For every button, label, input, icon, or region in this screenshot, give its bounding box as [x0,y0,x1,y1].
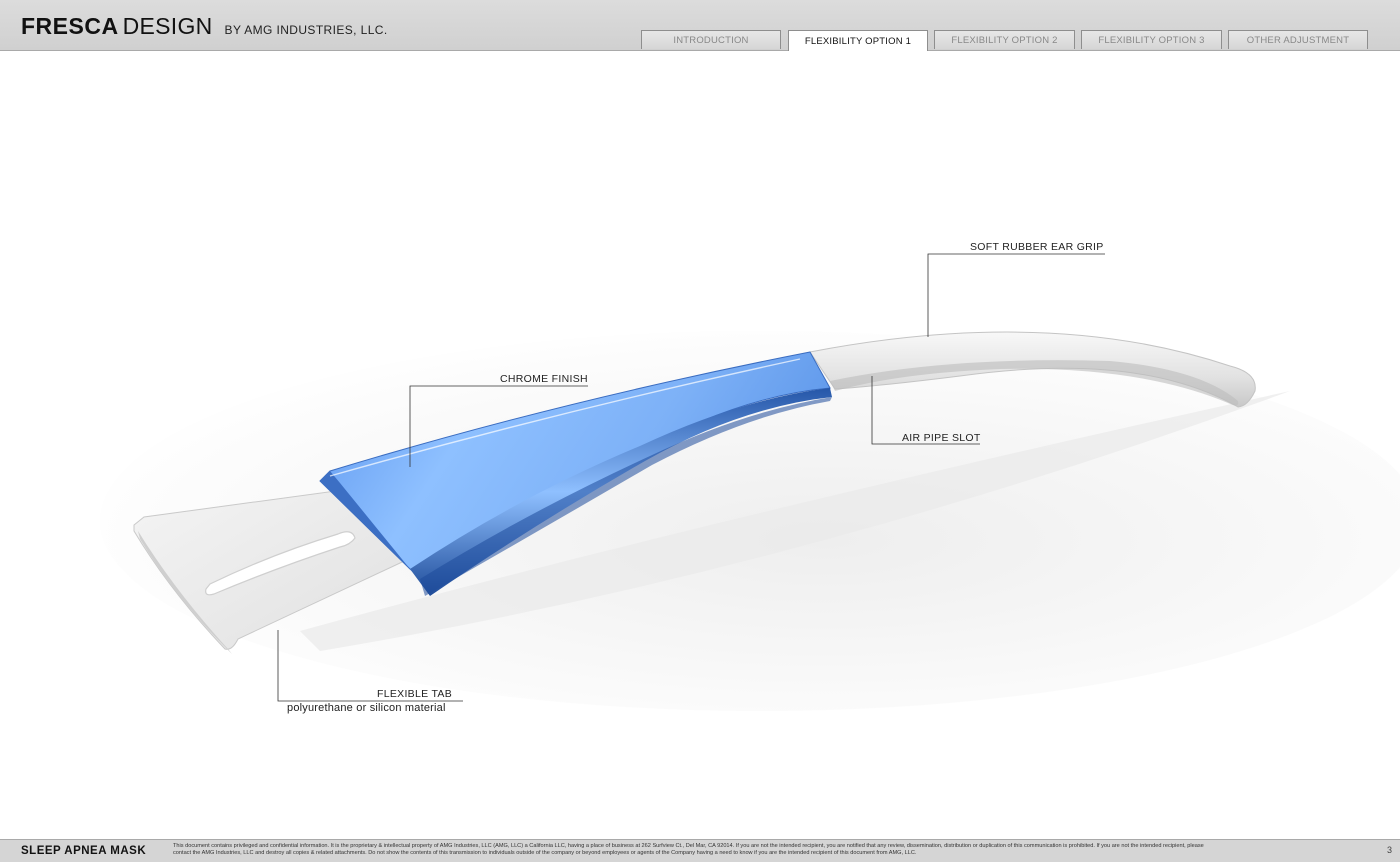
callout-soft-rubber-ear-grip: SOFT RUBBER EAR GRIP [970,241,1104,253]
tab-label: FLEXIBILITY OPTION 3 [1098,34,1205,46]
brand-byline: BY AMG INDUSTRIES, LLC. [224,23,388,37]
leader-ear-grip [927,253,1105,337]
tab-flexibility-option-1[interactable]: FLEXIBILITY OPTION 1 [788,30,928,51]
brand-name-light: DESIGN [122,13,213,39]
callout-flexible-tab-material: polyurethane or silicon material [287,702,446,714]
product-render-stage: SOFT RUBBER EAR GRIP CHROME FINISH AIR P… [0,51,1400,839]
tab-label: INTRODUCTION [673,34,749,46]
tab-flexibility-option-3[interactable]: FLEXIBILITY OPTION 3 [1081,30,1222,49]
sleep-apnea-mask-render [100,253,1400,711]
page-number: 3 [1386,845,1392,855]
header-bar: FRESCA DESIGN BY AMG INDUSTRIES, LLC. INTR… [0,0,1400,51]
tab-introduction[interactable]: INTRODUCTION [641,30,781,49]
callout-air-pipe-slot: AIR PIPE SLOT [902,432,981,444]
tab-label: OTHER ADJUSTMENT [1246,34,1350,46]
confidentiality-notice: This document contains privileged and co… [173,843,1204,857]
callout-flexible-tab: FLEXIBLE TAB [377,688,452,700]
document-title: SLEEP APNEA MASK [21,845,147,857]
brand-logo: FRESCA DESIGN BY AMG INDUSTRIES, LLC. [21,13,388,40]
brand-name-bold: FRESCA [21,13,119,39]
tab-other-adjustment[interactable]: OTHER ADJUSTMENT [1228,30,1368,49]
tab-label: FLEXIBILITY OPTION 2 [951,34,1058,46]
tab-label: FLEXIBILITY OPTION 1 [804,35,912,47]
callout-chrome-finish: CHROME FINISH [500,373,588,385]
footer-bar: SLEEP APNEA MASK This document contains … [0,839,1400,862]
tab-flexibility-option-2[interactable]: FLEXIBILITY OPTION 2 [934,30,1075,49]
